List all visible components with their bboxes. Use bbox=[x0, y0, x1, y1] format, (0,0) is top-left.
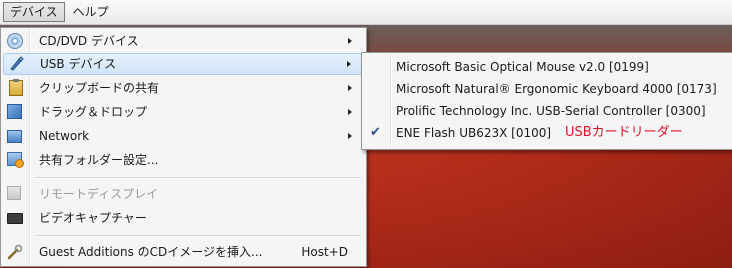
menu-item-label: Network bbox=[39, 129, 90, 143]
submenu-arrow-icon bbox=[348, 133, 352, 139]
usb-device-label: Microsoft Natural® Ergonomic Keyboard 40… bbox=[396, 82, 717, 96]
usb-card-reader-annotation: USBカードリーダー bbox=[565, 125, 683, 140]
menu-item-label: Guest Additions のCDイメージを挿入... bbox=[39, 245, 263, 259]
shortcut-label: Host+D bbox=[301, 245, 348, 259]
usb-icon bbox=[8, 56, 24, 72]
video-capture-icon bbox=[7, 213, 23, 224]
menu-item-video-capture[interactable]: ビデオキャプチャー bbox=[3, 207, 364, 229]
menu-item-network[interactable]: Network bbox=[3, 125, 364, 147]
menu-item-label: 共有フォルダー設定... bbox=[39, 153, 159, 167]
menu-separator bbox=[35, 235, 361, 237]
menu-item-clipboard-sharing[interactable]: クリップボードの共有 bbox=[3, 77, 364, 99]
menu-item-remote-display: リモートディスプレイ bbox=[3, 183, 364, 205]
menu-help[interactable]: ヘルプ bbox=[67, 2, 115, 22]
menu-item-cd-dvd-devices[interactable]: CD/DVD デバイス bbox=[3, 30, 364, 52]
menu-item-insert-guest-additions[interactable]: Guest Additions のCDイメージを挿入... Host+D bbox=[3, 241, 364, 263]
menu-item-label: リモートディスプレイ bbox=[39, 187, 159, 201]
guest-additions-icon bbox=[7, 244, 23, 260]
checkmark-icon: ✔ bbox=[370, 125, 381, 140]
devices-dropdown-menu: CD/DVD デバイス USB デバイス クリップボードの共有 ドラッグ＆ドロッ… bbox=[0, 27, 367, 267]
drag-drop-icon bbox=[7, 104, 22, 119]
usb-device-label: ENE Flash UB623X [0100] bbox=[396, 126, 552, 140]
clipboard-icon bbox=[9, 79, 23, 96]
usb-device-item[interactable]: Microsoft Basic Optical Mouse v2.0 [0199… bbox=[364, 56, 730, 78]
menu-item-shared-folder-settings[interactable]: 共有フォルダー設定... bbox=[3, 149, 364, 171]
cd-dvd-icon bbox=[7, 33, 23, 49]
menu-item-label: ビデオキャプチャー bbox=[39, 211, 147, 225]
submenu-arrow-icon bbox=[347, 61, 351, 67]
submenu-arrow-icon bbox=[348, 38, 352, 44]
network-icon bbox=[7, 130, 22, 143]
submenu-arrow-icon bbox=[348, 109, 352, 115]
usb-device-label: Prolific Technology Inc. USB-Serial Cont… bbox=[396, 104, 706, 118]
shared-folder-icon bbox=[7, 152, 24, 168]
usb-device-label: Microsoft Basic Optical Mouse v2.0 [0199… bbox=[396, 60, 649, 74]
menu-separator bbox=[35, 177, 361, 179]
submenu-arrow-icon bbox=[348, 85, 352, 91]
menu-devices[interactable]: デバイス bbox=[3, 2, 65, 22]
menubar: デバイス ヘルプ bbox=[0, 0, 732, 25]
menu-item-label: USB デバイス bbox=[40, 57, 117, 71]
menu-item-label: クリップボードの共有 bbox=[39, 81, 160, 95]
menu-item-drag-and-drop[interactable]: ドラッグ＆ドロップ bbox=[3, 101, 364, 123]
usb-device-item[interactable]: Prolific Technology Inc. USB-Serial Cont… bbox=[364, 100, 730, 122]
menu-item-label: CD/DVD デバイス bbox=[39, 34, 139, 48]
usb-device-item[interactable]: Microsoft Natural® Ergonomic Keyboard 40… bbox=[364, 78, 730, 100]
menu-item-usb-devices[interactable]: USB デバイス bbox=[3, 53, 364, 75]
menu-item-label: ドラッグ＆ドロップ bbox=[39, 105, 148, 119]
remote-display-icon bbox=[7, 186, 21, 200]
